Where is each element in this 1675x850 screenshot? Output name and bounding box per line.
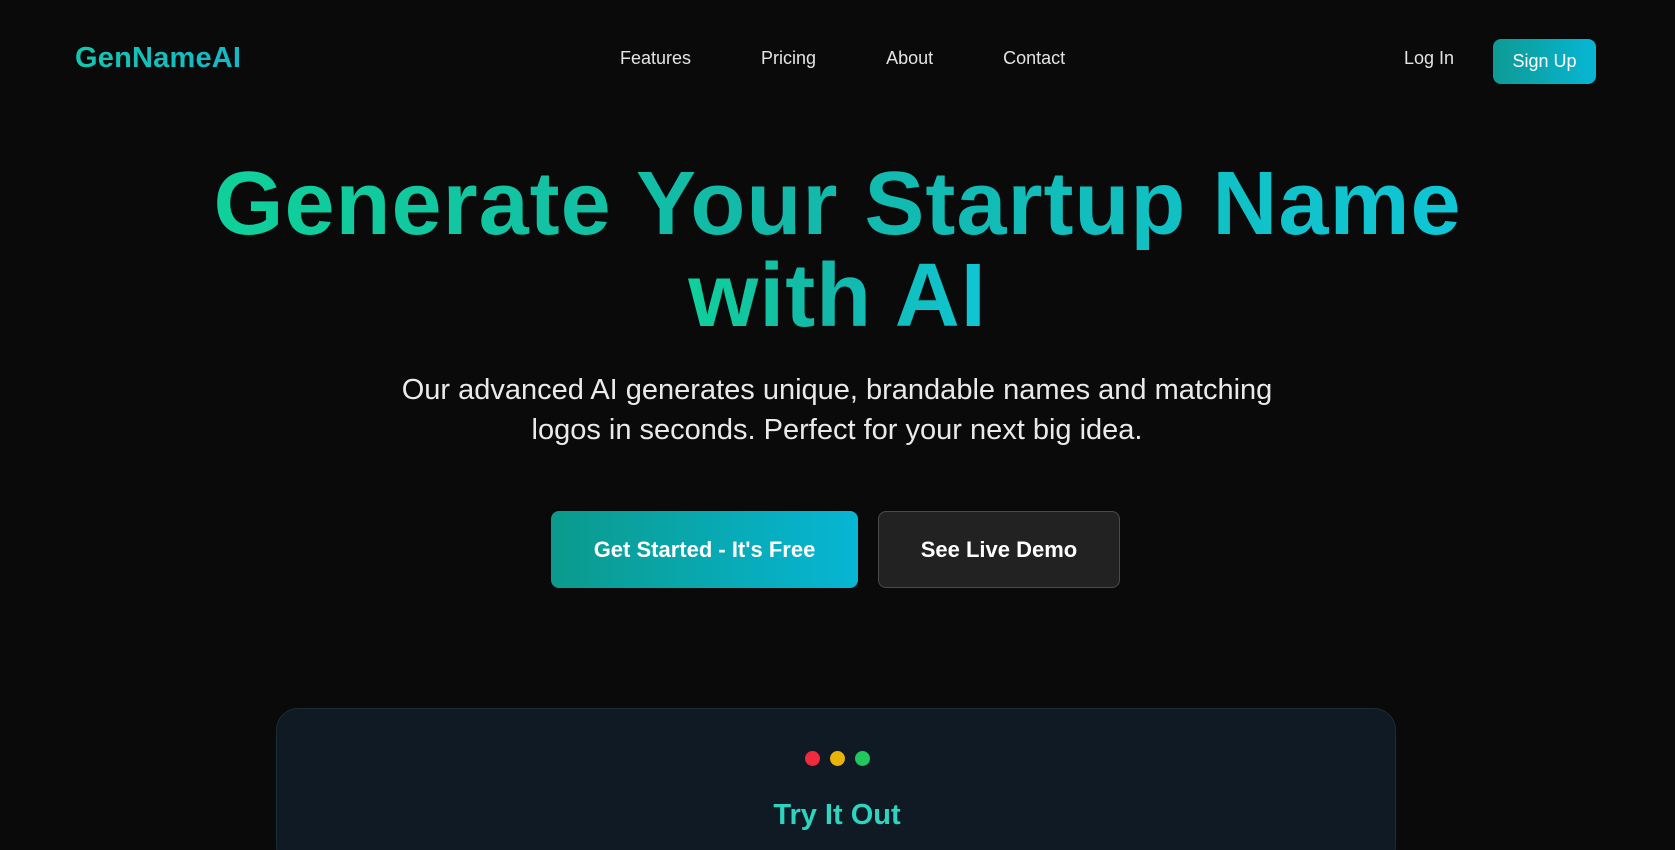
live-demo-button[interactable]: See Live Demo (878, 511, 1120, 588)
hero-subtitle-line-2: logos in seconds. Perfect for your next … (531, 414, 1143, 446)
demo-title: Try It Out (773, 799, 901, 831)
demo-card: Try It Out (276, 708, 1396, 850)
hero-subtitle-line-1: Our advanced AI generates unique, branda… (401, 374, 1273, 406)
hero-subtitle: Our advanced AI generates unique, branda… (337, 370, 1337, 450)
landing-page: GenNameAI Features Pricing About Contact… (0, 0, 1675, 850)
green-dot-icon (855, 751, 870, 766)
nav-link-pricing[interactable]: Pricing (761, 48, 816, 69)
signup-button[interactable]: Sign Up (1493, 39, 1596, 84)
nav-link-about[interactable]: About (886, 48, 933, 69)
get-started-button[interactable]: Get Started - It's Free (551, 511, 858, 588)
nav-links: Features Pricing About Contact (620, 48, 1065, 69)
brand-logo[interactable]: GenNameAI (75, 42, 241, 75)
hero-title-line-1: Generate Your Startup Name (213, 154, 1462, 254)
window-dots (805, 751, 870, 766)
top-nav: GenNameAI Features Pricing About Contact… (0, 0, 1675, 122)
yellow-dot-icon (830, 751, 845, 766)
login-link[interactable]: Log In (1404, 48, 1454, 69)
hero-title-line-2: with AI (688, 246, 987, 346)
hero-title: Generate Your Startup Name with AI (0, 158, 1675, 342)
red-dot-icon (805, 751, 820, 766)
nav-link-contact[interactable]: Contact (1003, 48, 1065, 69)
cta-row: Get Started - It's Free See Live Demo (551, 511, 1120, 588)
nav-link-features[interactable]: Features (620, 48, 691, 69)
